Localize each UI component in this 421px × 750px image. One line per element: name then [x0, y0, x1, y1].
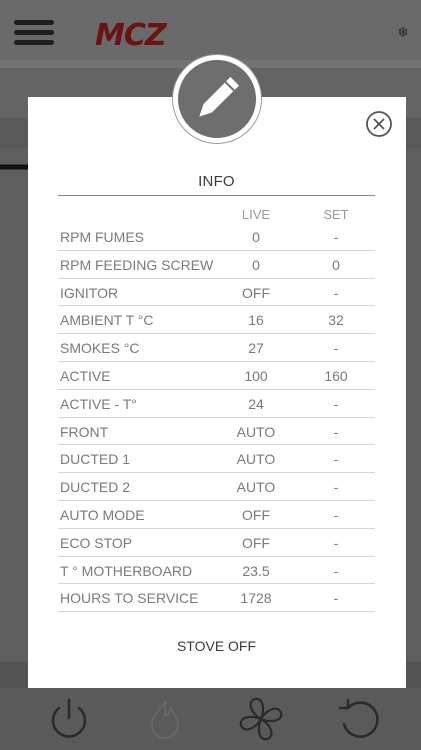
- column-header-live: LIVE: [241, 207, 271, 222]
- row-live-value: OFF: [242, 506, 270, 523]
- row-set-value: 160: [324, 367, 348, 384]
- row-label: T ° MOTHERBOARD: [60, 562, 193, 579]
- row-live-value: AUTO: [236, 479, 276, 496]
- row-live-value: 24: [248, 395, 264, 412]
- info-row: AUTO MODE OFF -: [58, 501, 375, 529]
- column-header-set: SET: [323, 207, 349, 222]
- row-set-value: -: [333, 562, 339, 579]
- info-row: IGNITOR OFF -: [58, 279, 375, 307]
- row-label: IGNITOR: [60, 284, 119, 301]
- hamburger-icon[interactable]: [14, 20, 54, 45]
- info-row: ECO STOP OFF -: [58, 529, 375, 557]
- close-icon[interactable]: [363, 108, 395, 140]
- row-label: AMBIENT T °C: [60, 312, 154, 329]
- pencil-icon: [199, 77, 239, 117]
- edit-button[interactable]: [173, 55, 261, 143]
- row-set-value: 0: [332, 256, 340, 273]
- row-live-value: 23.5: [242, 562, 270, 579]
- stove-status: STOVE OFF: [176, 638, 257, 654]
- row-label: DUCTED 1: [60, 451, 131, 468]
- row-label: SMOKES °C: [60, 340, 140, 357]
- row-label: ACTIVE: [60, 367, 111, 384]
- row-live-value: AUTO: [236, 423, 276, 440]
- row-set-value: -: [333, 284, 339, 301]
- row-set-value: -: [333, 423, 339, 440]
- row-set-value: -: [333, 340, 339, 357]
- info-row: DUCTED 1 AUTO -: [58, 445, 375, 474]
- info-row: DUCTED 2 AUTO -: [58, 473, 375, 501]
- row-label: RPM FEEDING SCREW: [60, 256, 214, 273]
- info-row: T ° MOTHERBOARD 23.5 -: [58, 557, 375, 585]
- app-header: MCZ ❄: [0, 0, 421, 60]
- row-live-value: 0: [252, 229, 260, 245]
- info-row: RPM FUMES 0 -: [58, 223, 375, 251]
- divider: [58, 195, 375, 196]
- row-set-value: -: [333, 395, 339, 412]
- row-live-value: AUTO: [236, 451, 276, 468]
- row-live-value: OFF: [242, 284, 270, 301]
- row-set-value: -: [333, 506, 339, 523]
- info-row: ACTIVE 100 160: [58, 362, 375, 390]
- row-live-value: 16: [248, 312, 264, 329]
- row-label: DUCTED 2: [60, 479, 131, 496]
- row-label: AUTO MODE: [60, 506, 145, 523]
- row-set-value: -: [333, 229, 339, 245]
- fan-icon[interactable]: [236, 694, 286, 744]
- row-live-value: 0: [252, 256, 260, 273]
- row-label: HOURS TO SERVICE: [60, 590, 199, 607]
- flame-icon[interactable]: [140, 694, 190, 744]
- info-row: AMBIENT T °C 16 32: [58, 306, 375, 335]
- info-row: RPM FEEDING SCREW 0 0: [58, 251, 375, 279]
- row-live-value: OFF: [242, 534, 270, 551]
- row-live-value: 1728: [240, 590, 272, 607]
- info-row: HOURS TO SERVICE 1728 -: [58, 584, 375, 613]
- info-table: RPM FUMES 0 - RPM FEEDING SCREW 0 0 IGNITOR OFF…: [58, 223, 375, 613]
- row-live-value: 100: [244, 367, 268, 384]
- power-icon[interactable]: [44, 694, 94, 744]
- row-label: ACTIVE - T°: [60, 395, 137, 412]
- row-live-value: 27: [248, 340, 264, 357]
- info-title: INFO: [198, 173, 235, 190]
- row-set-value: -: [333, 479, 339, 496]
- info-row: ACTIVE - T° 24 -: [58, 390, 375, 418]
- row-set-value: 32: [328, 312, 344, 329]
- info-row: SMOKES °C 27 -: [58, 334, 375, 362]
- row-set-value: -: [333, 590, 339, 607]
- info-row: FRONT AUTO -: [58, 418, 375, 446]
- refresh-icon[interactable]: [334, 694, 384, 744]
- row-set-value: -: [333, 451, 339, 468]
- brand-logo: MCZ: [95, 18, 167, 53]
- snowflake-icon: ❄: [397, 24, 409, 40]
- row-label: RPM FUMES: [60, 229, 144, 245]
- row-label: ECO STOP: [60, 534, 133, 551]
- row-label: FRONT: [60, 423, 109, 440]
- row-set-value: -: [333, 534, 339, 551]
